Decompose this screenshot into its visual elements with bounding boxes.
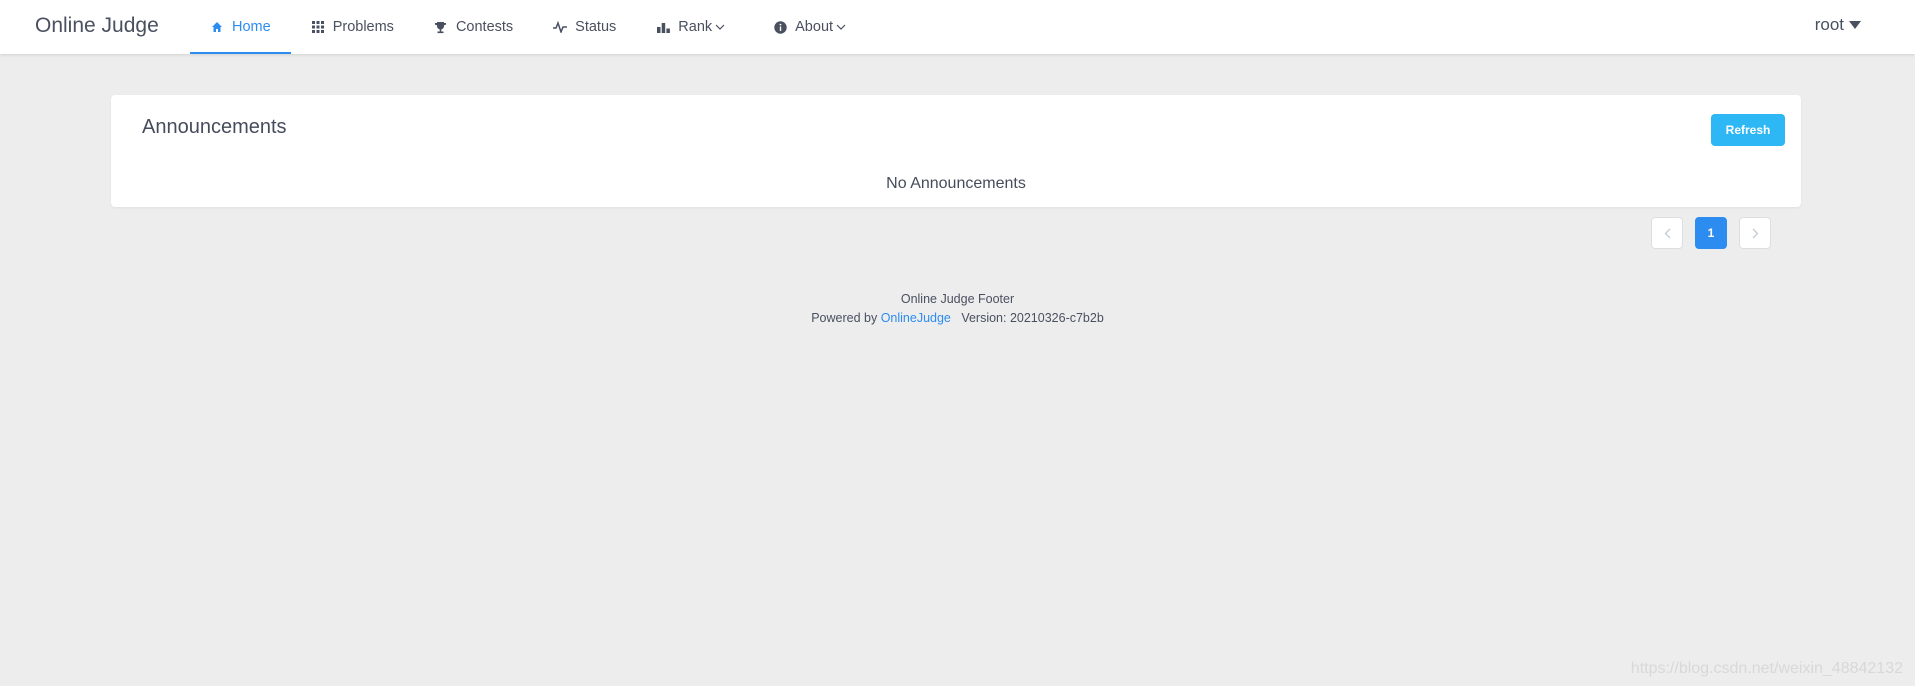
chevron-down-icon	[836, 24, 846, 31]
page-footer: Online Judge Footer Powered by OnlineJud…	[0, 290, 1915, 328]
powered-by-text: Powered by	[811, 311, 878, 325]
empty-message: No Announcements	[886, 175, 1026, 192]
nav-label-about: About	[795, 19, 834, 35]
panel-title: Announcements	[142, 116, 287, 138]
next-page-button[interactable]	[1739, 217, 1771, 249]
prev-page-button[interactable]	[1651, 217, 1683, 249]
user-menu[interactable]: root	[1815, 0, 1861, 50]
trophy-icon	[434, 20, 448, 34]
version-text: Version: 20210326-c7b2b	[961, 311, 1104, 325]
nav-item-status[interactable]: Status	[533, 0, 636, 54]
nav-label-home: Home	[232, 19, 271, 35]
footer-credits: Powered by OnlineJudge Version: 20210326…	[0, 309, 1915, 328]
nav-label-status: Status	[575, 19, 617, 35]
nav-label-contests: Contests	[455, 19, 514, 35]
pulse-icon	[553, 20, 568, 34]
pagination: 1	[1651, 217, 1771, 249]
chevron-right-icon	[1752, 228, 1759, 239]
top-navbar: Online Judge Home Problems Contests Stat…	[0, 0, 1915, 54]
announcements-panel: Announcements Refresh No Announcements	[111, 95, 1801, 207]
onlinejudge-link[interactable]: OnlineJudge	[881, 311, 951, 325]
chevron-left-icon	[1664, 228, 1671, 239]
nav-item-home[interactable]: Home	[190, 0, 291, 54]
caret-down-icon	[1849, 21, 1861, 29]
nav-item-contests[interactable]: Contests	[414, 0, 533, 54]
site-logo[interactable]: Online Judge	[35, 13, 159, 39]
nav-label-problems: Problems	[332, 19, 394, 35]
footer-title: Online Judge Footer	[900, 292, 1015, 306]
page-button-current[interactable]: 1	[1695, 217, 1727, 249]
chevron-down-icon	[715, 24, 725, 31]
nav-label-rank: Rank	[678, 19, 713, 35]
refresh-button[interactable]: Refresh	[1711, 114, 1785, 146]
nav-item-rank[interactable]: Rank	[636, 0, 745, 54]
nav-item-problems[interactable]: Problems	[291, 0, 414, 54]
nav-item-about[interactable]: About	[753, 0, 866, 54]
grid-icon	[311, 20, 325, 34]
main-nav: Home Problems Contests Status Rank About	[190, 0, 866, 54]
home-icon	[210, 20, 224, 34]
username: root	[1814, 15, 1844, 34]
info-icon	[773, 20, 787, 34]
watermark: https://blog.csdn.net/weixin_48842132	[1630, 660, 1903, 677]
bar-chart-icon	[656, 20, 670, 34]
